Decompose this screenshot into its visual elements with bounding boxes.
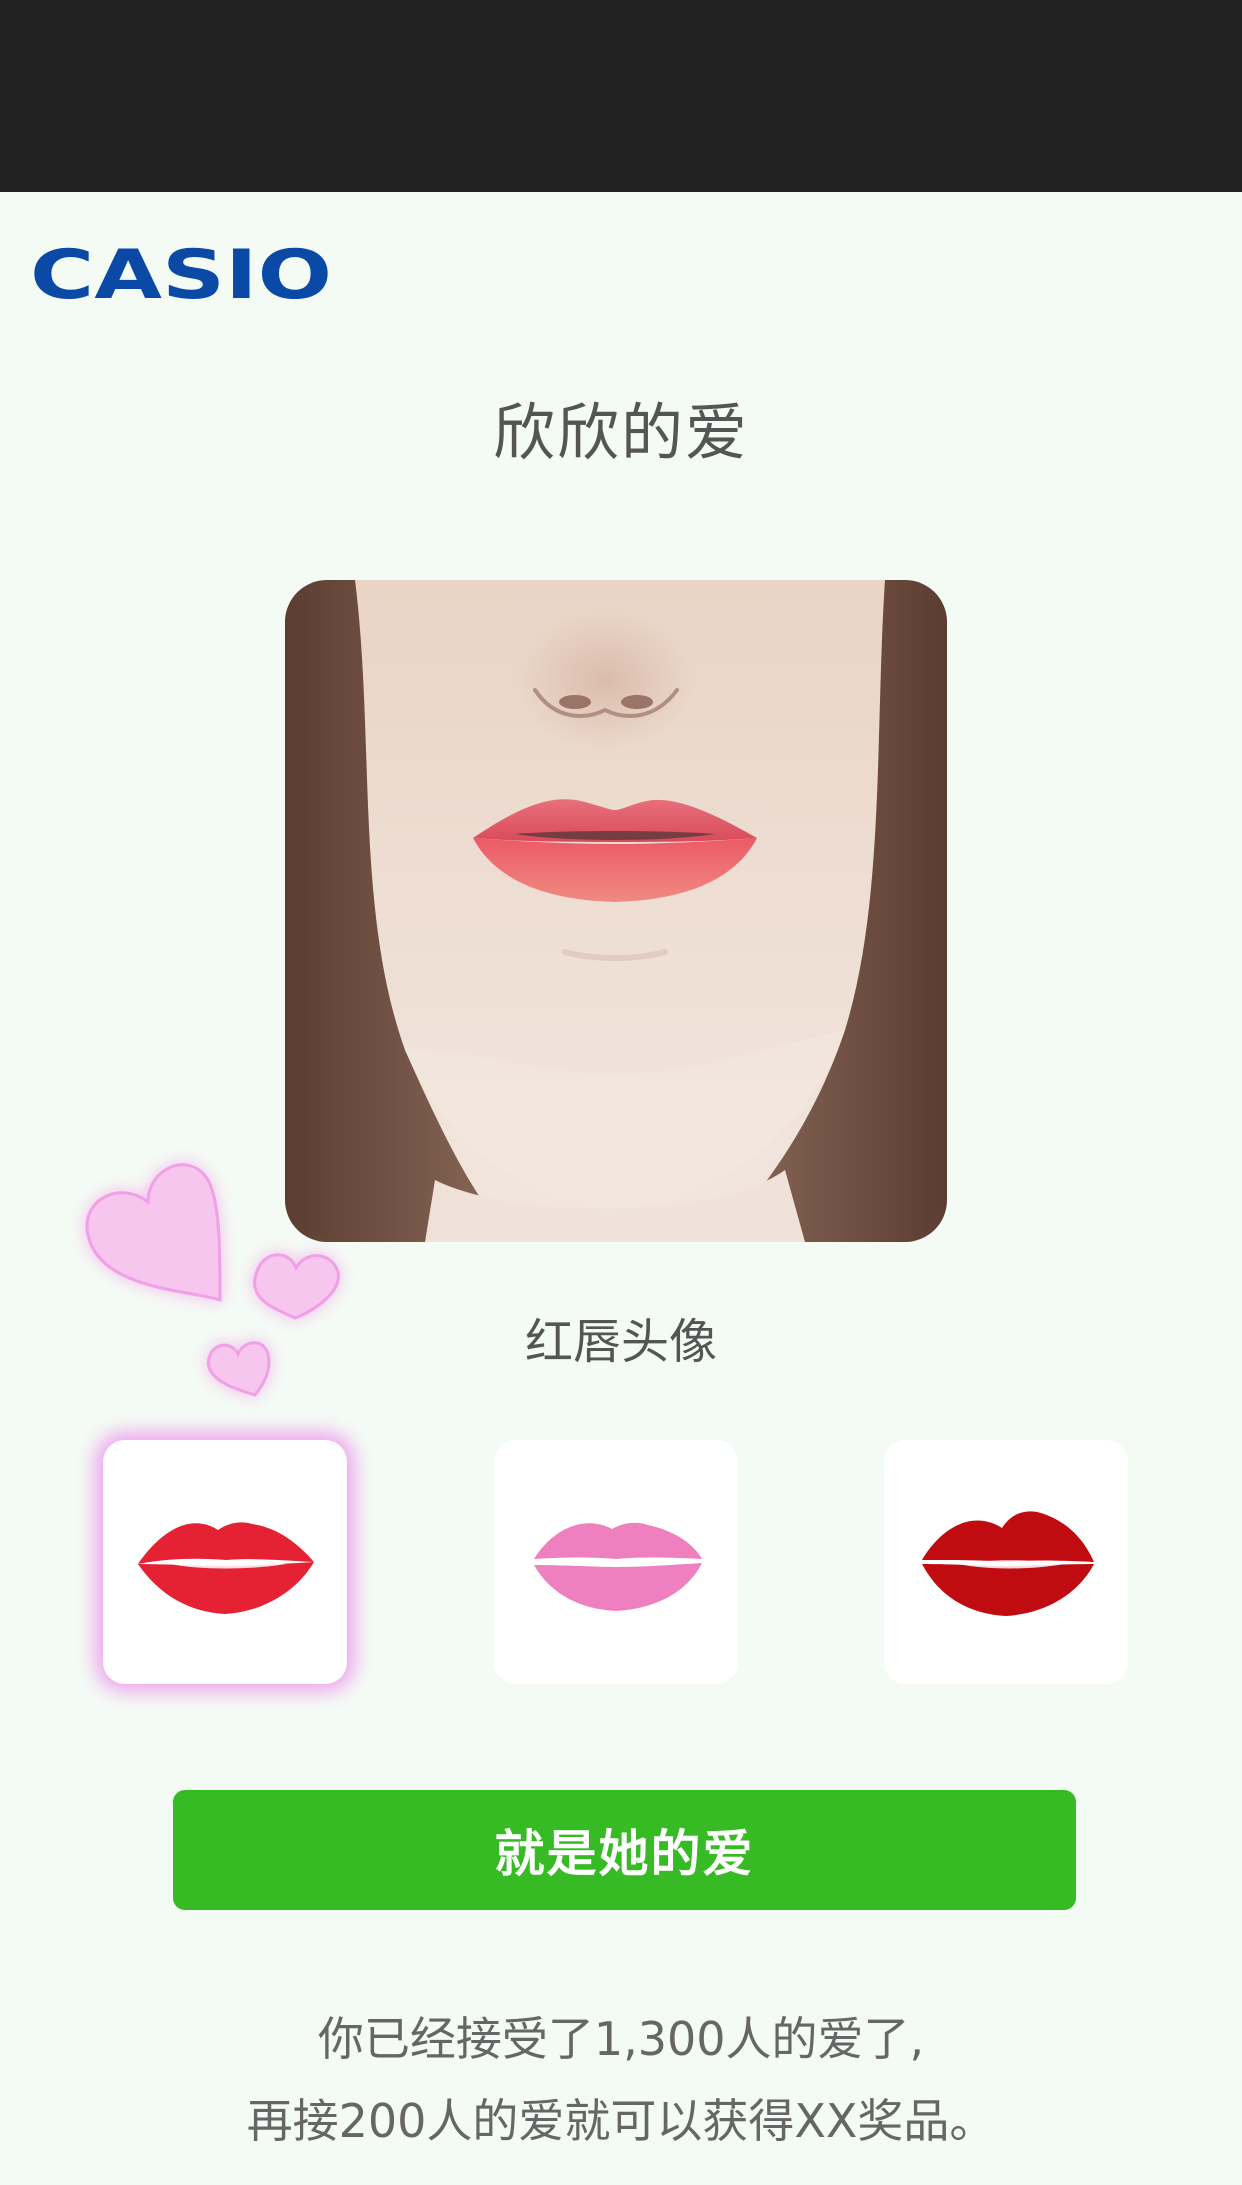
- profile-photo: [285, 580, 947, 1242]
- lip-option-dark-red[interactable]: [884, 1440, 1128, 1684]
- progress-line-1: 你已经接受了1,300人的爱了,: [317, 2012, 925, 2066]
- progress-info: 你已经接受了1,300人的爱了, 再接200人的爱就可以获得XX奖品。: [0, 1998, 1242, 2162]
- dark-red-lips-icon: [922, 1511, 1094, 1616]
- svg-text:CASIO: CASIO: [30, 240, 332, 306]
- photo-caption: 红唇头像: [524, 1314, 717, 1370]
- lip-option-red[interactable]: [103, 1440, 347, 1684]
- progress-line-2: 再接200人的爱就可以获得XX奖品。: [246, 2094, 996, 2148]
- pink-lips-icon: [534, 1522, 702, 1611]
- casio-logo: CASIO: [30, 240, 332, 306]
- red-lips-icon: [138, 1522, 314, 1614]
- lip-option-pink[interactable]: [494, 1440, 738, 1684]
- top-bar: [0, 0, 1242, 192]
- page-title: 欣欣的爱: [492, 396, 749, 469]
- confirm-love-button[interactable]: 就是她的爱: [173, 1790, 1076, 1910]
